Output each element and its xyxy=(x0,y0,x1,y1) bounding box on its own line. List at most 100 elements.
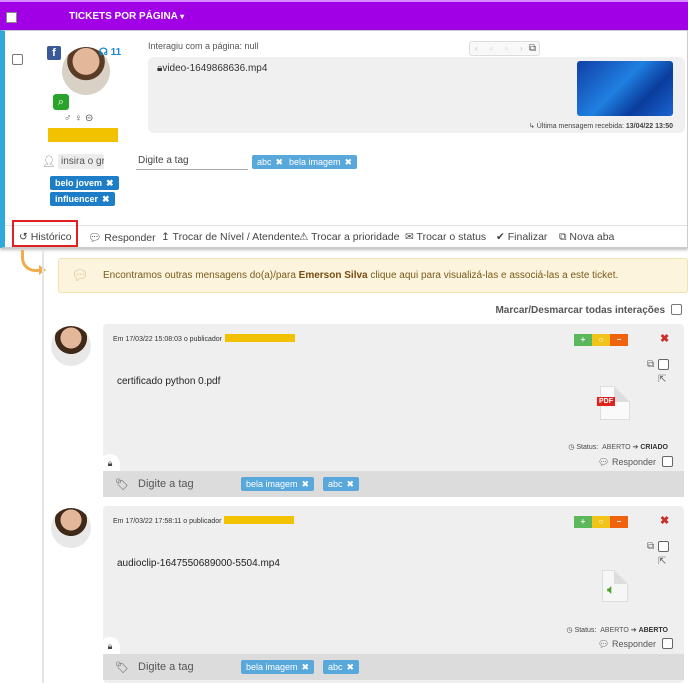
interaction-reply[interactable]: 💬︎ Responder xyxy=(598,638,673,650)
interaction-tag-row: 🏷︎ Digite a tag bela imagem ✖ abc ✖ xyxy=(103,654,684,680)
remove-tag-icon[interactable]: ✖ xyxy=(276,157,284,167)
responder-label: Responder xyxy=(104,232,156,244)
contact-tag-label: belo jovem xyxy=(55,178,103,188)
reply-label: Responder xyxy=(611,457,656,467)
interaction-status: ◷ Status: ABERTO ➔ CRIADO xyxy=(568,443,668,451)
comments-icon: 💬︎ xyxy=(71,267,89,283)
pdf-label: PDF xyxy=(597,397,615,406)
remove-tag-icon[interactable]: ✖ xyxy=(345,157,353,167)
facebook-icon: f xyxy=(47,46,61,60)
status-label: Status: xyxy=(576,444,599,451)
priority-controls[interactable]: + ○ − xyxy=(574,516,629,528)
external-link-icon[interactable]: ⧉ xyxy=(529,42,536,55)
top-bar: TICKETS POR PÁGINA xyxy=(0,0,688,30)
interaction-filename[interactable]: certificado python 0.pdf xyxy=(117,376,220,387)
historico-button[interactable]: ↺ Histórico xyxy=(19,231,72,243)
minus-icon[interactable]: − xyxy=(610,516,628,528)
publisher-highlight xyxy=(224,334,295,342)
status-from: ABERTO xyxy=(600,627,629,634)
tag-input[interactable]: Digite a tag xyxy=(136,154,248,170)
interaction-tag-row: 🏷︎ Digite a tag bela imagem ✖ abc ✖ xyxy=(103,471,684,497)
ticket-card: f ☊ 11 ⌕ ♂♀⊝ Interagiu com a página: nul… xyxy=(0,30,688,248)
audio-file-icon[interactable]: 🔈︎ xyxy=(602,570,628,602)
close-icon[interactable]: ✖ xyxy=(660,514,669,527)
interaction-tag-label: bela imagem xyxy=(246,479,298,489)
trocar-prioridade-button[interactable]: ⚠ Trocar a prioridade xyxy=(299,231,399,243)
headset-icon: ☊ xyxy=(99,47,108,58)
attachment-file[interactable]: 🔒︎video-1649868636.mp4 xyxy=(157,63,267,74)
remove-tag-icon[interactable]: ✖ xyxy=(106,178,114,188)
mark-all-toggle[interactable]: Marcar/Desmarcar todas interações xyxy=(495,304,682,316)
trocar-nivel-label: Trocar de Nível / Atendente xyxy=(172,231,300,243)
ticket-checkbox[interactable] xyxy=(12,54,23,65)
video-thumbnail[interactable] xyxy=(577,61,673,116)
interacted-page-text: Interagiu com a página: null xyxy=(148,41,259,51)
search-icon[interactable]: ⌕ xyxy=(53,94,69,110)
pdf-file-icon[interactable]: PDF xyxy=(597,386,630,420)
copy-icon[interactable]: ⧉ xyxy=(647,359,654,370)
remove-tag-icon[interactable]: ✖ xyxy=(302,662,310,672)
contact-tag-label: influencer xyxy=(55,194,99,204)
select-all-checkbox[interactable] xyxy=(6,12,17,23)
priority-controls[interactable]: + ○ − xyxy=(574,334,629,346)
clock-icon: ◷ xyxy=(566,627,573,634)
interaction-tag-label: abc xyxy=(328,479,343,489)
interaction-filename[interactable]: audioclip-1647550689000-5504.mp4 xyxy=(117,558,280,569)
nova-aba-button[interactable]: ⧉ Nova aba xyxy=(559,231,614,244)
interaction-reply[interactable]: 💬︎ Responder xyxy=(598,456,673,468)
arrow-right-icon: ➔ xyxy=(630,627,637,634)
external-link-icon[interactable]: ⇱ xyxy=(658,374,666,385)
trocar-nivel-button[interactable]: ↥ Trocar de Nível / Atendente xyxy=(161,231,300,243)
gender-icons[interactable]: ♂♀⊝ xyxy=(64,113,96,124)
lock-icon[interactable]: 🔒︎ xyxy=(100,637,120,655)
interaction-checkbox[interactable] xyxy=(658,541,669,552)
remove-tag-icon[interactable]: ✖ xyxy=(347,479,355,489)
interaction-meta-text: Em 17/03/22 15:08:03 o publicador xyxy=(113,336,222,343)
headset-count: ☊ 11 xyxy=(99,47,121,58)
remove-tag-icon[interactable]: ✖ xyxy=(102,194,110,204)
plus-icon[interactable]: + xyxy=(574,516,592,528)
name-input[interactable]: insira o gr xyxy=(58,154,104,169)
interaction-card: Em 17/03/22 17:58:11 o publicador + ○ − … xyxy=(100,506,684,683)
interaction-tag: abc ✖ xyxy=(323,477,360,491)
external-link-icon[interactable]: ⇱ xyxy=(658,556,666,567)
envelope-icon: ✉ xyxy=(405,231,414,243)
mark-all-label: Marcar/Desmarcar todas interações xyxy=(495,305,665,316)
reply-checkbox[interactable] xyxy=(661,456,673,467)
message-box: 🔒︎video-1649868636.mp4 ↳ Última mensagem… xyxy=(148,57,685,133)
mark-all-checkbox[interactable] xyxy=(671,304,682,315)
level-icon: ↥ xyxy=(161,231,170,243)
comment-icon: 💬︎ xyxy=(598,639,610,649)
interaction-tag-input[interactable]: Digite a tag xyxy=(138,478,194,490)
contact-tag: influencer ✖ xyxy=(50,192,115,206)
pager-controls[interactable]: ‹ ◦ ◦ › ⧉ xyxy=(469,41,540,56)
other-messages-notice[interactable]: 💬︎ Encontramos outras mensagens do(a)/pa… xyxy=(58,258,688,293)
remove-tag-icon[interactable]: ✖ xyxy=(302,479,310,489)
plus-icon[interactable]: + xyxy=(574,334,592,346)
interaction-checkbox[interactable] xyxy=(658,359,669,370)
curved-arrow-icon xyxy=(21,250,46,275)
tickets-per-page-dropdown[interactable]: TICKETS POR PÁGINA xyxy=(69,11,184,22)
circle-icon[interactable]: ○ xyxy=(592,334,610,346)
remove-tag-icon[interactable]: ✖ xyxy=(347,662,355,672)
comment-icon: 💬︎ xyxy=(88,232,102,244)
trocar-status-button[interactable]: ✉ Trocar o status xyxy=(405,231,486,243)
copy-icon[interactable]: ⧉ xyxy=(647,541,654,552)
interaction-tag-input[interactable]: Digite a tag xyxy=(138,661,194,673)
reply-checkbox[interactable] xyxy=(661,638,673,649)
interaction-tag: abc ✖ xyxy=(323,660,360,674)
lock-icon[interactable]: 🔒︎ xyxy=(100,454,120,472)
notice-contact-name: Emerson Silva xyxy=(298,270,368,281)
reply-label: Responder xyxy=(611,639,656,649)
minus-icon[interactable]: − xyxy=(610,334,628,346)
interaction-meta: Em 17/03/22 15:08:03 o publicador xyxy=(113,334,295,343)
speaker-icon: 🔈︎ xyxy=(607,581,616,597)
finalizar-button[interactable]: ✔ Finalizar xyxy=(496,231,547,243)
circle-icon[interactable]: ○ xyxy=(592,516,610,528)
trocar-status-label: Trocar o status xyxy=(416,231,487,243)
ticket-tag: abc ✖ xyxy=(252,155,289,169)
responder-button[interactable]: 💬︎ Responder xyxy=(88,231,156,244)
notice-text-before: Encontramos outras mensagens do(a)/para xyxy=(103,270,299,281)
publisher-highlight xyxy=(224,516,295,524)
close-icon[interactable]: ✖ xyxy=(660,332,669,345)
